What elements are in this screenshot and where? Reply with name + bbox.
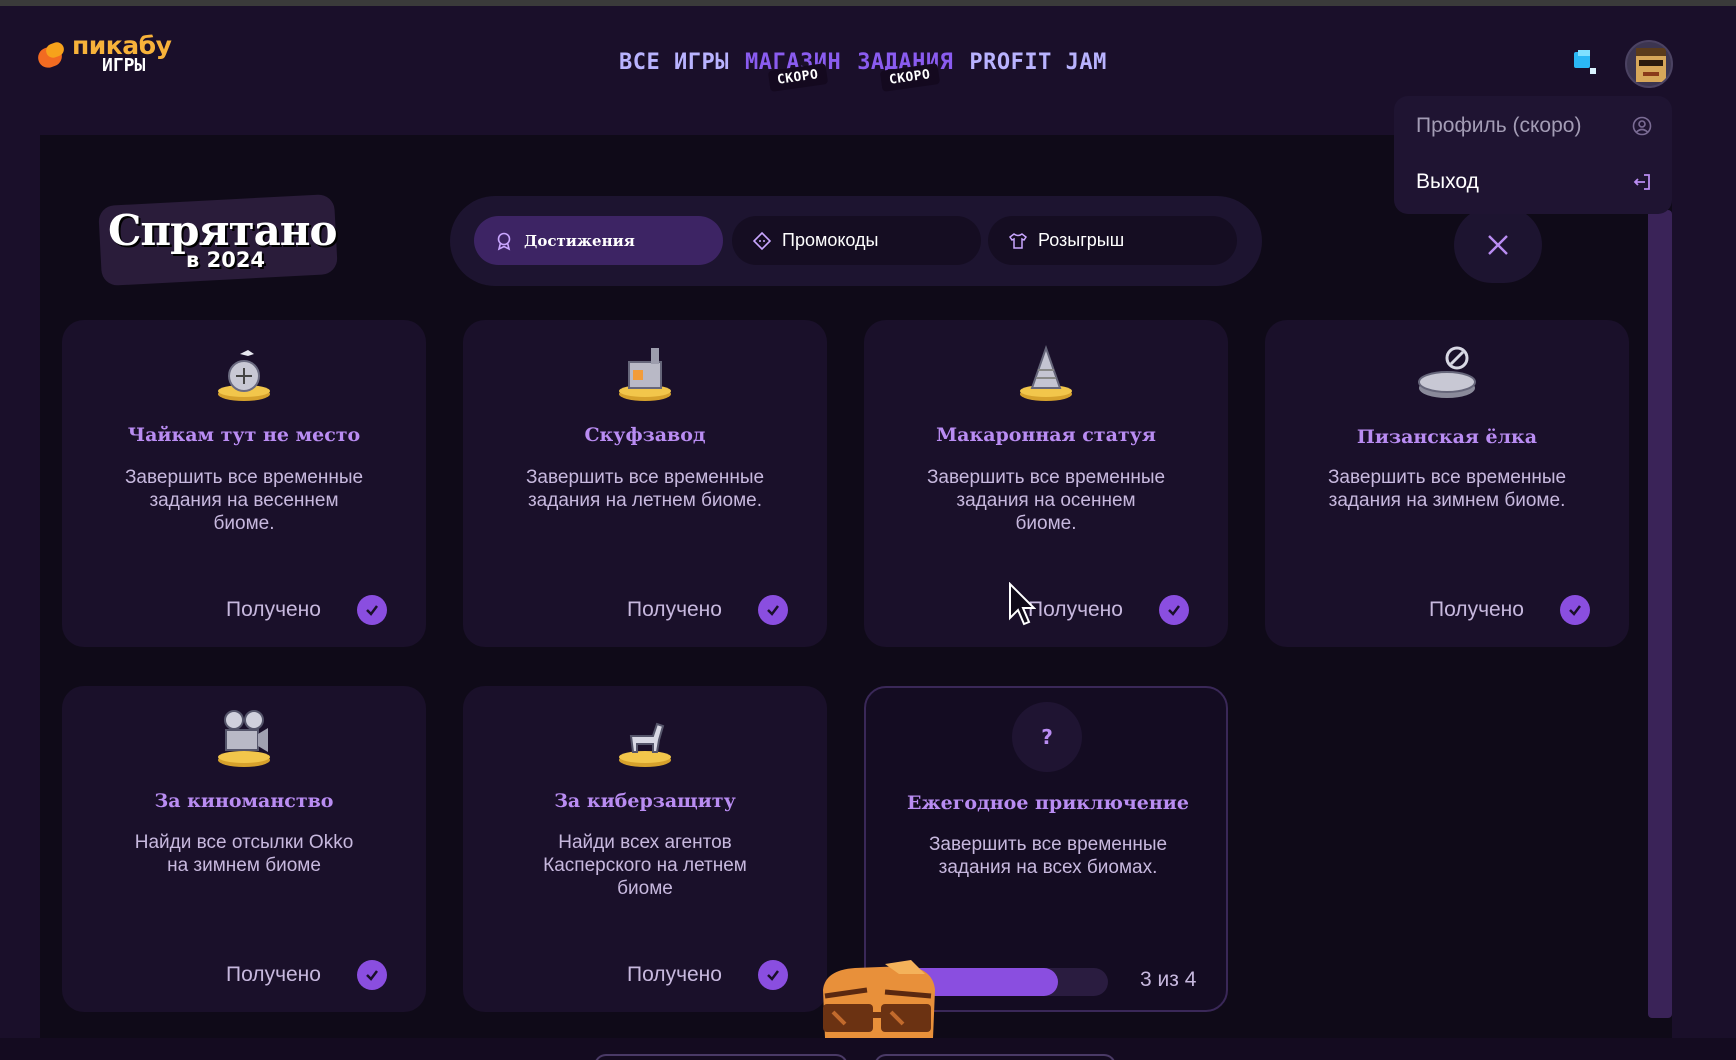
achievement-desc: Завершить все временные задания на осенн… (926, 467, 1166, 534)
achievement-card: За киберзащиту Найди всех агентов Каспер… (463, 686, 827, 1012)
statue-trophy-icon (1020, 344, 1072, 401)
bottom-button-2[interactable] (874, 1054, 1116, 1060)
pikabu-logo-icon (35, 40, 66, 71)
achievement-status: Получено (226, 960, 387, 990)
tab-achievements[interactable]: Достижения (474, 216, 723, 265)
achievement-desc: Завершить все временные задания на весен… (124, 467, 364, 534)
achievement-desc: Завершить все временные задания на зимне… (1327, 467, 1567, 511)
tab-giveaway[interactable]: Розыгрыш (988, 216, 1237, 265)
check-icon (757, 960, 788, 990)
horse-trophy-icon (619, 722, 671, 767)
achievement-status: Получено (627, 595, 788, 625)
user-menu-dropdown: Профиль (скоро) Выход (1394, 96, 1672, 214)
achievement-status: Получено (1429, 595, 1590, 625)
achievement-card: Чайкам тут не место Завершить все времен… (62, 320, 426, 647)
tree-trophy-icon (1418, 346, 1476, 398)
achievement-desc: Завершить все временные задания на всех … (928, 834, 1168, 878)
user-avatar[interactable] (1625, 40, 1673, 88)
progress-text: 3 из 4 (1140, 968, 1197, 991)
achievement-desc: Завершить все временные задания на летне… (525, 467, 765, 511)
achievement-title: Скуфзавод (584, 424, 706, 446)
achievement-card: Скуфзавод Завершить все временные задани… (463, 320, 827, 647)
scrollbar[interactable] (1648, 210, 1672, 1018)
check-icon (1559, 595, 1590, 625)
check-icon (356, 595, 387, 625)
achievement-desc: Найди все отсылки Okko на зимнем биоме (134, 832, 354, 876)
achievement-card: За киноманство Найди все отсылки Okko на… (62, 686, 426, 1012)
user-circle-icon (1632, 116, 1652, 136)
menu-item-profile[interactable]: Профиль (скоро) (1416, 114, 1652, 138)
nav-shop[interactable]: МАГАЗИН СКОРО (745, 50, 841, 92)
achievement-title: За киноманство (154, 790, 334, 812)
achievement-card: Макаронная статуя Завершить все временны… (864, 320, 1228, 647)
achievement-card: Пизанская ёлка Завершить все временные з… (1265, 320, 1629, 647)
film-camera-trophy-icon (218, 710, 270, 767)
logout-icon (1633, 174, 1650, 190)
mouse-cursor (1009, 582, 1036, 626)
nav-tasks[interactable]: ЗАДАНИЯ СКОРО (857, 50, 953, 92)
achievement-title: Чайкам тут не место (127, 424, 361, 446)
gem-icon[interactable] (1572, 50, 1598, 76)
close-icon (1488, 235, 1508, 255)
achievement-title: Макаронная статуя (936, 424, 1156, 446)
achievement-title: Пизанская ёлка (1356, 426, 1538, 448)
section-tabs: Достижения Промокоды Розыгрыш (450, 196, 1262, 286)
hidden-2024-logo: Спрятано в 2024 (98, 193, 338, 287)
menu-item-logout[interactable]: Выход (1416, 170, 1652, 194)
achievement-status: Получено (1028, 595, 1189, 625)
window-top-strip (0, 0, 1736, 6)
nav-all-games[interactable]: ВСЕ ИГРЫ (619, 50, 729, 75)
check-icon (356, 960, 387, 990)
bottom-area (0, 1038, 1736, 1060)
seagull-trophy-icon (218, 350, 270, 401)
achievement-desc: Найди всех агентов Касперского на летнем… (543, 832, 747, 899)
award-icon (497, 232, 511, 250)
factory-trophy-icon (619, 348, 671, 401)
mascot-character (823, 960, 935, 1038)
achievement-status: Получено (226, 595, 387, 625)
achievement-status: Получено (627, 960, 788, 990)
check-icon (757, 595, 788, 625)
ticket-icon (752, 231, 772, 250)
close-button[interactable] (1454, 207, 1542, 283)
pikabu-games-logo[interactable]: пикабу ИГРЫ (35, 33, 172, 74)
check-icon (1158, 595, 1189, 625)
nav-profit-jam[interactable]: PROFIT JAM (969, 50, 1106, 75)
tab-promocodes[interactable]: Промокоды (732, 216, 981, 265)
question-icon: ? (1012, 702, 1082, 772)
main-nav: ВСЕ ИГРЫ МАГАЗИН СКОРО ЗАДАНИЯ СКОРО PROFI… (619, 50, 1107, 92)
bottom-button-1[interactable] (594, 1054, 848, 1060)
shirt-icon (1008, 232, 1028, 249)
achievement-title: Ежегодное приключение (907, 792, 1189, 814)
achievement-title: За киберзащиту (554, 790, 736, 812)
